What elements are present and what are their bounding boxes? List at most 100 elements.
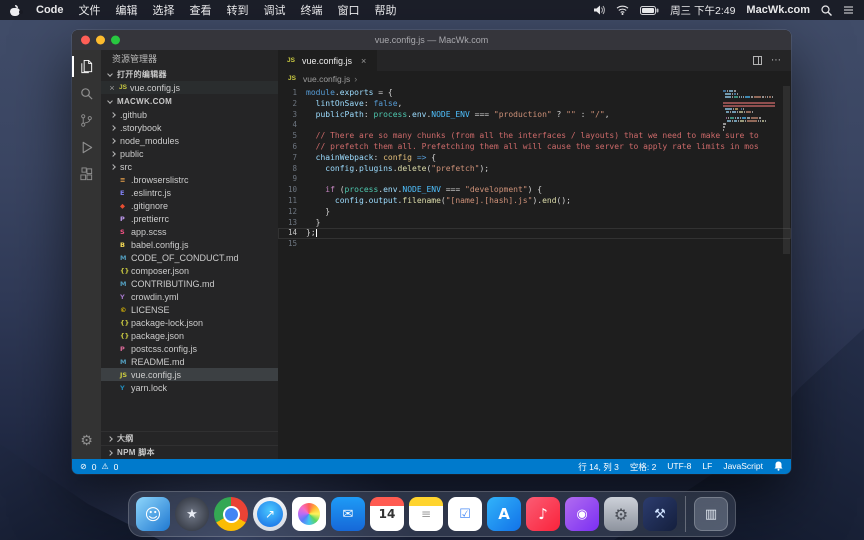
window-titlebar[interactable]: vue.config.js — MacWk.com — [72, 30, 791, 50]
scrollbar-thumb[interactable] — [783, 86, 790, 254]
code-line-13[interactable]: 13 } — [278, 218, 791, 229]
close-icon[interactable]: × — [107, 83, 117, 93]
code-line-15[interactable]: 15 — [278, 239, 791, 250]
code-line-2[interactable]: 2 lintOnSave: false, — [278, 99, 791, 110]
dock-trash-icon[interactable]: ▥ — [694, 497, 728, 531]
code-line-10[interactable]: 10 if (process.env.NODE_ENV === "develop… — [278, 185, 791, 196]
statusbar-segment-4[interactable]: JavaScript — [723, 461, 763, 473]
tree-item-package.json[interactable]: {}package.json — [101, 329, 278, 342]
code-editor[interactable]: 1module.exports = {2 lintOnSave: false,3… — [278, 86, 791, 459]
editor-scrollbar[interactable] — [782, 86, 791, 459]
code-line-5[interactable]: 5 // There are so many chunks (from all … — [278, 131, 791, 142]
dock-calendar-icon[interactable]: 14 — [370, 497, 404, 531]
dock-chrome-icon[interactable] — [214, 497, 248, 531]
project-section-header[interactable]: MACWK.COM — [101, 94, 278, 108]
tree-item-.github[interactable]: .github — [101, 108, 278, 121]
code-line-9[interactable]: 9 — [278, 174, 791, 185]
menu-选择[interactable]: 选择 — [153, 2, 175, 18]
dock-music-icon[interactable]: ♪ — [526, 497, 560, 531]
volume-icon[interactable] — [594, 5, 605, 15]
tree-item-.prettierrc[interactable]: P.prettierrc — [101, 212, 278, 225]
spotlight-icon[interactable] — [821, 5, 832, 16]
extensions-icon[interactable] — [72, 161, 101, 188]
explorer-icon[interactable] — [72, 53, 101, 80]
tree-item-README.md[interactable]: MREADME.md — [101, 355, 278, 368]
dock-reminders-icon[interactable]: ☑ — [448, 497, 482, 531]
more-actions-icon[interactable]: ⋯ — [771, 55, 782, 66]
npm-scripts-section-header[interactable]: NPM 脚本 — [101, 445, 278, 459]
search-icon[interactable] — [72, 80, 101, 107]
minimap[interactable] — [723, 90, 781, 135]
tree-item-.storybook[interactable]: .storybook — [101, 121, 278, 134]
zoom-window-button[interactable] — [111, 36, 120, 45]
tree-item-public[interactable]: public — [101, 147, 278, 160]
dock-mail-icon[interactable]: ✉ — [331, 497, 365, 531]
menu-编辑[interactable]: 编辑 — [116, 2, 138, 18]
tree-item-package-lock.json[interactable]: {}package-lock.json — [101, 316, 278, 329]
breadcrumb-file[interactable]: vue.config.js — [303, 74, 350, 84]
dock-podcasts-icon[interactable]: ◉ — [565, 497, 599, 531]
notification-center-icon[interactable] — [843, 5, 854, 15]
code-line-1[interactable]: 1module.exports = { — [278, 88, 791, 99]
dock-photos-icon[interactable] — [292, 497, 326, 531]
code-line-6[interactable]: 6 // prefetch them all. Prefetching them… — [278, 142, 791, 153]
split-editor-icon[interactable] — [753, 56, 762, 65]
menu-窗口[interactable]: 窗口 — [338, 2, 360, 18]
code-line-14[interactable]: 14}; — [278, 228, 791, 239]
tab-vue-config[interactable]: JS vue.config.js × — [278, 50, 377, 71]
minimize-window-button[interactable] — [96, 36, 105, 45]
close-window-button[interactable] — [81, 36, 90, 45]
code-line-4[interactable]: 4 — [278, 120, 791, 131]
menu-终端[interactable]: 终端 — [301, 2, 323, 18]
outline-section-header[interactable]: 大纲 — [101, 431, 278, 445]
apple-menu-icon[interactable] — [10, 4, 21, 17]
debug-icon[interactable] — [72, 134, 101, 161]
menu-app-name[interactable]: Code — [36, 4, 64, 16]
tree-item-src[interactable]: src — [101, 160, 278, 173]
menu-转到[interactable]: 转到 — [227, 2, 249, 18]
tree-item-.eslintrc.js[interactable]: E.eslintrc.js — [101, 186, 278, 199]
menu-查看[interactable]: 查看 — [190, 2, 212, 18]
statusbar-segment-0[interactable]: 行 14, 列 3 — [578, 461, 619, 473]
tree-item-.browserslistrc[interactable]: ≡.browserslistrc — [101, 173, 278, 186]
battery-icon[interactable] — [640, 6, 659, 15]
dock-app-store-icon[interactable]: A — [487, 497, 521, 531]
breadcrumb[interactable]: JS vue.config.js › — [278, 71, 791, 86]
code-line-3[interactable]: 3 publicPath: process.env.NODE_ENV === "… — [278, 110, 791, 121]
dock-notes-icon[interactable]: ≡ — [409, 497, 443, 531]
menu-文件[interactable]: 文件 — [79, 2, 101, 18]
tree-item-LICENSE[interactable]: ©LICENSE — [101, 303, 278, 316]
problems-indicator[interactable]: ⊘ 0 ⚠ 0 — [80, 462, 118, 472]
source-control-icon[interactable] — [72, 107, 101, 134]
statusbar-segment-3[interactable]: LF — [702, 461, 712, 473]
statusbar-segment-2[interactable]: UTF-8 — [667, 461, 691, 473]
settings-gear-icon[interactable]: ⚙ — [72, 427, 101, 454]
tree-item-node_modules[interactable]: node_modules — [101, 134, 278, 147]
tree-item-.gitignore[interactable]: ◆.gitignore — [101, 199, 278, 212]
notifications-bell-icon[interactable] — [774, 461, 783, 473]
tree-item-composer.json[interactable]: {}composer.json — [101, 264, 278, 277]
wifi-icon[interactable] — [616, 5, 629, 15]
menubar-clock[interactable]: 周三 下午2:49 — [670, 3, 735, 18]
tree-item-CONTRIBUTING.md[interactable]: MCONTRIBUTING.md — [101, 277, 278, 290]
menu-调试[interactable]: 调试 — [264, 2, 286, 18]
statusbar-segment-1[interactable]: 空格: 2 — [630, 461, 656, 473]
tree-item-CODE_OF_CONDUCT.md[interactable]: MCODE_OF_CONDUCT.md — [101, 251, 278, 264]
dock-finder-icon[interactable]: ☺ — [136, 497, 170, 531]
code-line-7[interactable]: 7 chainWebpack: config => { — [278, 153, 791, 164]
open-editors-header[interactable]: 打开的编辑器 — [101, 67, 278, 81]
code-line-11[interactable]: 11 config.output.filename("[name].[hash]… — [278, 196, 791, 207]
tab-close-icon[interactable]: × — [361, 56, 366, 66]
tree-item-crowdin.yml[interactable]: Ycrowdin.yml — [101, 290, 278, 303]
tree-item-app.scss[interactable]: Sapp.scss — [101, 225, 278, 238]
open-editor-item[interactable]: × JS vue.config.js — [101, 81, 278, 94]
tree-item-postcss.config.js[interactable]: Ppostcss.config.js — [101, 342, 278, 355]
dock-safari-icon[interactable]: ↗ — [253, 497, 287, 531]
tree-item-babel.config.js[interactable]: Bbabel.config.js — [101, 238, 278, 251]
dock-xcode-icon[interactable]: ⚒ — [643, 497, 677, 531]
dock-launchpad-icon[interactable]: ★ — [175, 497, 209, 531]
code-line-12[interactable]: 12 } — [278, 207, 791, 218]
menu-帮助[interactable]: 帮助 — [375, 2, 397, 18]
code-line-8[interactable]: 8 config.plugins.delete("prefetch"); — [278, 164, 791, 175]
dock-system-preferences-icon[interactable]: ⚙ — [604, 497, 638, 531]
